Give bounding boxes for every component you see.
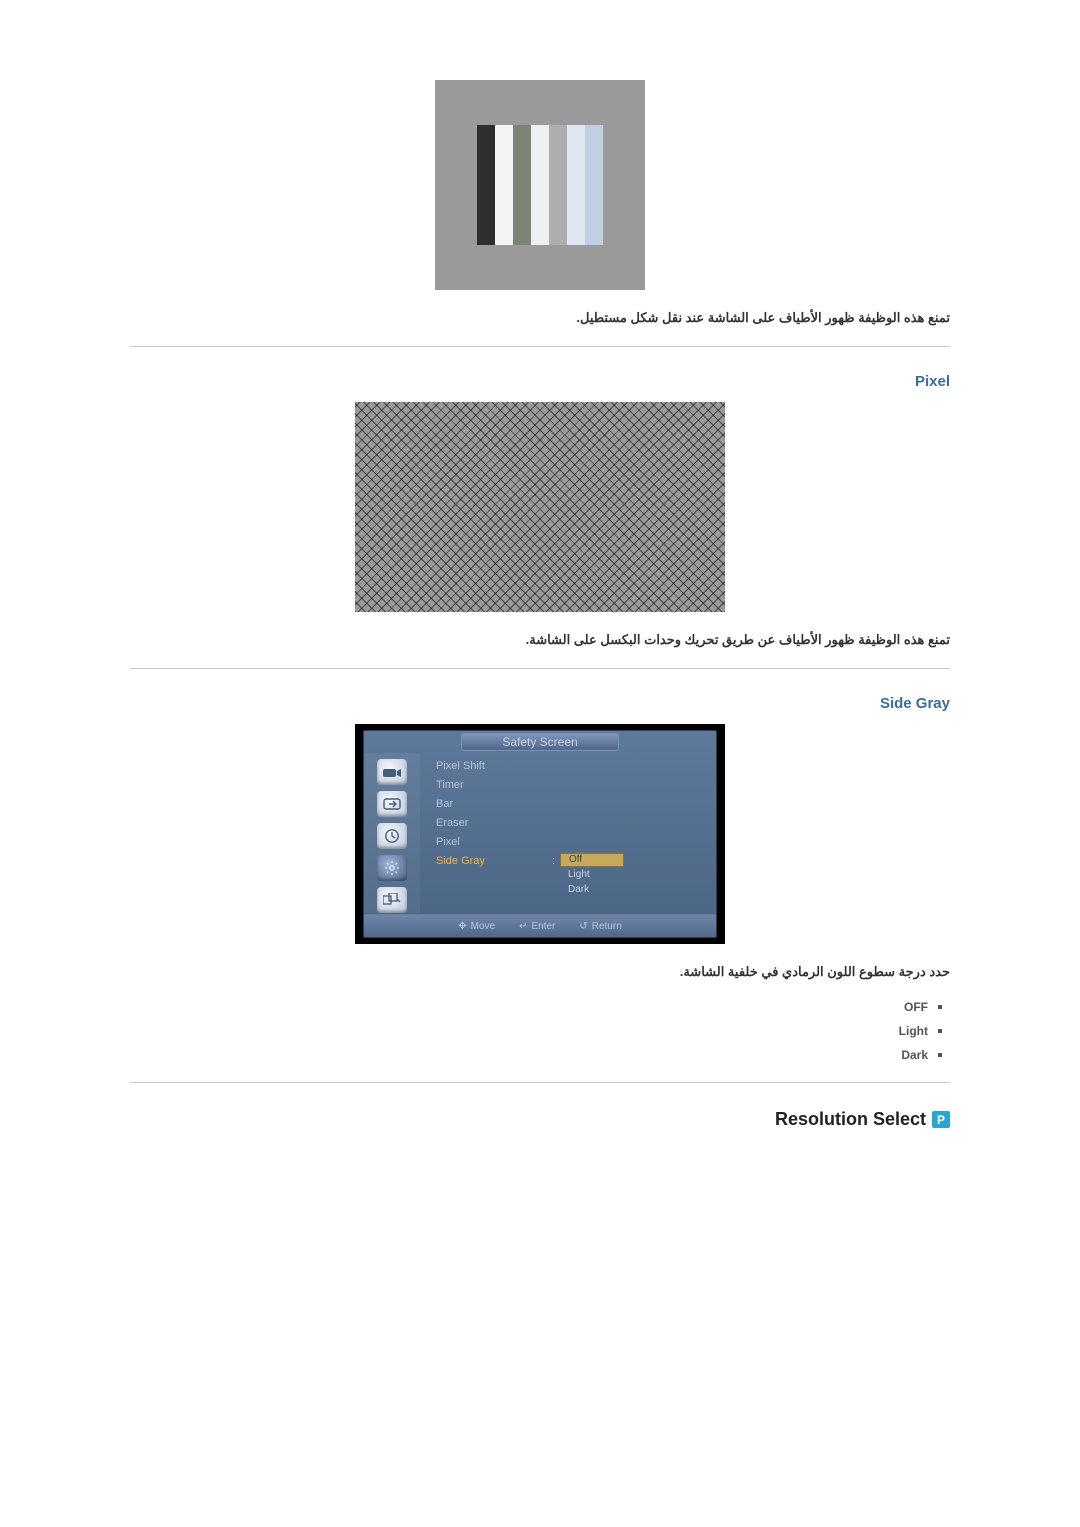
gear-icon: [377, 855, 407, 881]
resolution-select-heading: P Resolution Select: [130, 1109, 950, 1130]
separator: [130, 1082, 950, 1083]
clock-icon: [377, 823, 407, 849]
option-row: OFF: [130, 1000, 942, 1014]
p-badge-icon: P: [932, 1111, 950, 1128]
osd-value: Light: [560, 868, 622, 882]
osd-value-selected: Off: [560, 853, 624, 867]
sidegray-description: حدد درجة سطوع اللون الرمادي في خلفية الش…: [130, 964, 950, 980]
bar-4: [549, 125, 567, 245]
multiscreen-icon: [377, 887, 407, 913]
bar-2: [513, 125, 531, 245]
figure-osd: Safety Screen: [130, 724, 950, 944]
bar-description: تمنع هذه الوظيفة ظهور الأطياف على الشاشة…: [130, 310, 950, 326]
option-label: Light: [899, 1024, 928, 1038]
return-icon: ↺: [579, 921, 587, 932]
osd-title-label: Safety Screen: [461, 733, 618, 751]
osd-value: Dark: [560, 883, 622, 897]
osd-wrap: Safety Screen: [355, 724, 725, 944]
bullet-icon: [938, 1005, 942, 1009]
osd-menu-item: Bar: [436, 797, 485, 812]
bar-1: [495, 125, 513, 245]
separator: [130, 346, 950, 347]
input-icon: [377, 791, 407, 817]
option-label: OFF: [904, 1000, 928, 1014]
separator: [130, 668, 950, 669]
figure-pixel: [130, 402, 950, 612]
osd-title-row: Safety Screen: [364, 732, 716, 752]
osd-menu-item: Pixel Shift: [436, 759, 485, 774]
osd-panel: Safety Screen: [363, 730, 717, 938]
bullet-icon: [938, 1029, 942, 1033]
option-row: Dark: [130, 1048, 942, 1062]
figure-bar-box: [435, 80, 645, 290]
camera-icon: [377, 759, 407, 785]
bar-3: [531, 125, 549, 245]
bar-stripes: [477, 125, 603, 245]
pixel-description: تمنع هذه الوظيفة ظهور الأطياف عن طريق تح…: [130, 632, 950, 648]
osd-foot-return: ↺Return: [579, 921, 621, 932]
bar-0: [477, 125, 495, 245]
osd-footer: ✥Move ↵Enter ↺Return: [364, 914, 716, 937]
resolution-select-title: Resolution Select: [775, 1109, 926, 1130]
osd-foot-move: ✥Move: [458, 921, 495, 932]
osd-menu: Pixel Shift Timer Bar Eraser Pixel Side …: [436, 759, 485, 869]
sidegray-title: Side Gray: [130, 695, 950, 712]
pixel-title: Pixel: [130, 373, 950, 390]
figure-pixel-box: [355, 402, 725, 612]
osd-colon: :: [552, 855, 555, 867]
sidegray-options: OFF Light Dark: [130, 1000, 942, 1062]
figure-bar: [130, 80, 950, 290]
move-icon: ✥: [458, 921, 466, 932]
osd-menu-item: Pixel: [436, 835, 485, 850]
osd-menu-item-selected: Side Gray: [436, 854, 485, 869]
bar-5: [567, 125, 585, 245]
option-label: Dark: [901, 1048, 928, 1062]
option-row: Light: [130, 1024, 942, 1038]
bullet-icon: [938, 1053, 942, 1057]
osd-values: Off Light Dark: [560, 853, 624, 897]
osd-menu-item: Timer: [436, 778, 485, 793]
osd-foot-enter: ↵Enter: [519, 921, 555, 932]
osd-menu-item: Eraser: [436, 816, 485, 831]
osd-sidebar: [364, 753, 420, 913]
bar-6: [585, 125, 603, 245]
enter-icon: ↵: [519, 921, 527, 932]
